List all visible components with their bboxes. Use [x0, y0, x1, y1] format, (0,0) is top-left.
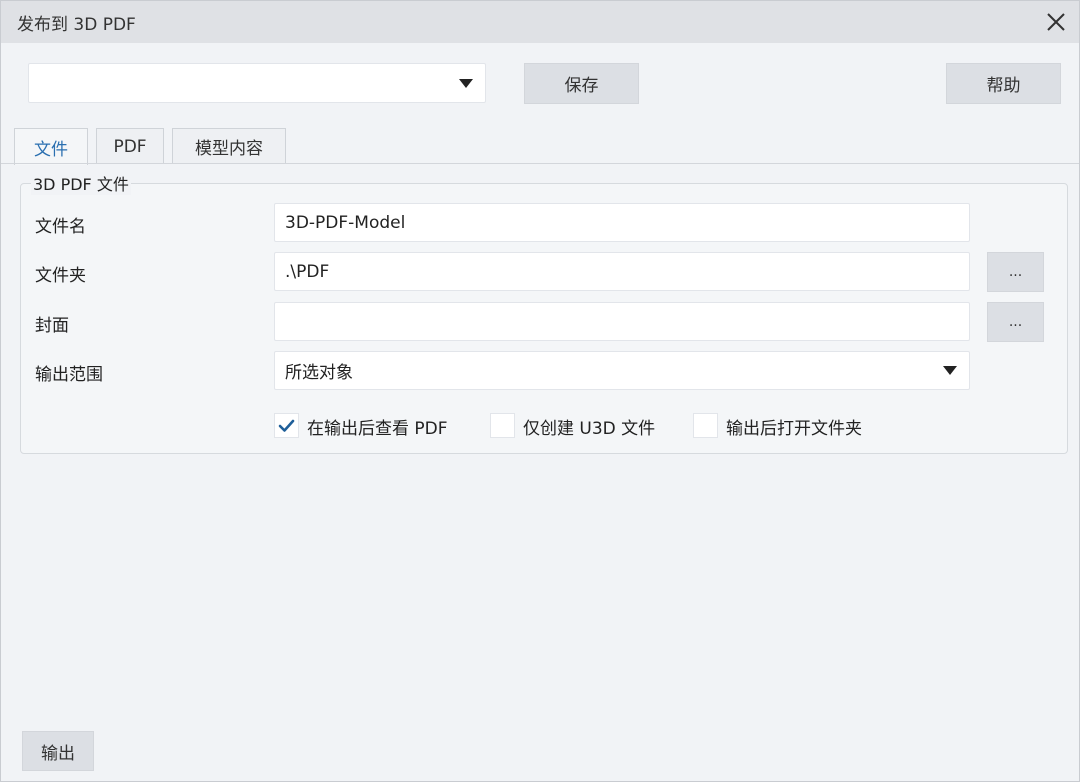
- help-button[interactable]: 帮助: [946, 63, 1061, 104]
- range-value: 所选对象: [285, 363, 353, 383]
- filename-input[interactable]: 3D-PDF-Model: [274, 203, 970, 242]
- save-button[interactable]: 保存: [524, 63, 639, 104]
- range-select[interactable]: 所选对象: [274, 351, 970, 390]
- cover-label: 封面: [35, 316, 69, 336]
- range-label: 输出范围: [35, 365, 103, 385]
- publish-3d-pdf-dialog: 发布到 3D PDF 保存 帮助 文件 PDF 模型内容 3D PDF 文件 文…: [0, 0, 1080, 782]
- folder-label: 文件夹: [35, 266, 86, 286]
- window-title: 发布到 3D PDF: [17, 15, 136, 35]
- dropdown-arrow-icon: [459, 79, 473, 88]
- view-pdf-checkbox[interactable]: [274, 413, 299, 438]
- group-title: 3D PDF 文件: [31, 171, 131, 195]
- filename-label: 文件名: [35, 217, 86, 237]
- close-icon: [1047, 13, 1065, 31]
- u3d-only-label: 仅创建 U3D 文件: [523, 419, 656, 439]
- tab-divider: [1, 163, 1079, 164]
- view-pdf-label: 在输出后查看 PDF: [307, 419, 448, 439]
- preset-dropdown[interactable]: [28, 63, 486, 103]
- title-bar: 发布到 3D PDF: [1, 1, 1079, 43]
- checkmark-icon: [278, 419, 295, 432]
- tab-model-content[interactable]: 模型内容: [172, 128, 286, 164]
- open-folder-checkbox[interactable]: [693, 413, 718, 438]
- cover-browse-button[interactable]: ...: [987, 302, 1044, 342]
- cover-input[interactable]: [274, 302, 970, 341]
- close-button[interactable]: [1039, 5, 1073, 39]
- export-button[interactable]: 输出: [22, 731, 94, 771]
- folder-input[interactable]: .\PDF: [274, 252, 970, 291]
- open-folder-label: 输出后打开文件夹: [726, 419, 862, 439]
- tab-file[interactable]: 文件: [14, 128, 88, 165]
- dropdown-arrow-icon: [943, 366, 957, 375]
- u3d-only-checkbox[interactable]: [490, 413, 515, 438]
- tab-pdf[interactable]: PDF: [96, 128, 164, 164]
- folder-browse-button[interactable]: ...: [987, 252, 1044, 292]
